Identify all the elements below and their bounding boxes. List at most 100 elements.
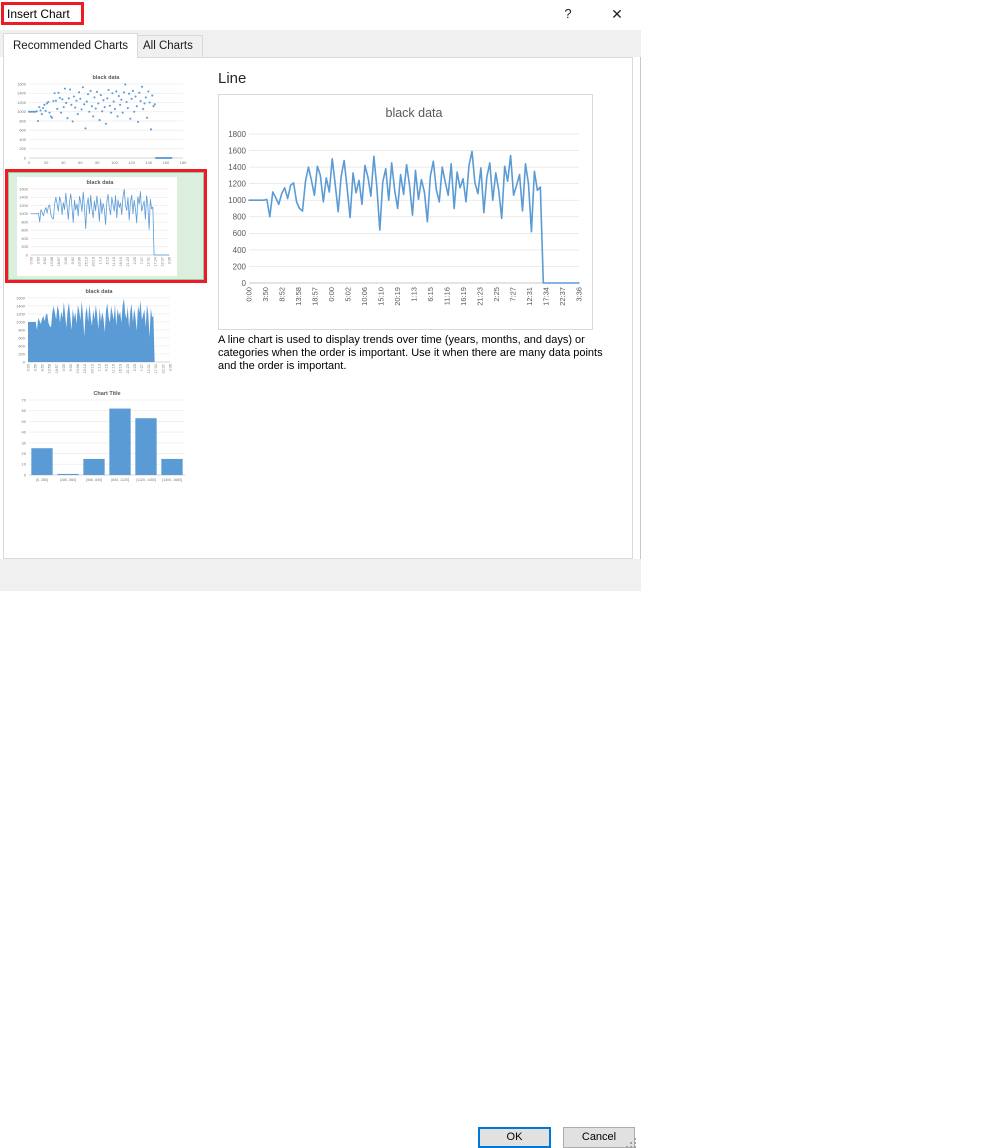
svg-text:1400: 1400: [228, 163, 246, 172]
svg-text:1400: 1400: [17, 91, 27, 96]
svg-text:800: 800: [18, 327, 25, 332]
svg-text:1800: 1800: [228, 130, 246, 139]
svg-text:50: 50: [22, 419, 27, 424]
svg-text:800: 800: [233, 213, 247, 222]
insert-chart-dialog: Insert Chart ? ✕ Recommended Charts All …: [0, 0, 641, 591]
thumb_hist-svg: 010203040506070Chart Title[0, 280](280, …: [14, 388, 194, 487]
svg-text:400: 400: [233, 246, 247, 255]
title-annotation-box: [1, 2, 84, 25]
content-panel: 02004006008001000120014001600black data0…: [3, 57, 633, 559]
svg-text:0:00: 0:00: [327, 287, 336, 302]
svg-text:20: 20: [44, 160, 49, 165]
cancel-button[interactable]: Cancel: [563, 1127, 635, 1148]
svg-text:(840, 1120]: (840, 1120]: [111, 478, 129, 482]
svg-text:1:13: 1:13: [410, 287, 419, 302]
svg-text:22:37: 22:37: [558, 287, 567, 306]
svg-text:7:27: 7:27: [140, 364, 144, 371]
svg-text:black data: black data: [386, 106, 443, 120]
title-bar: Insert Chart ? ✕: [0, 0, 641, 30]
svg-text:12:31: 12:31: [147, 364, 151, 374]
svg-text:10:06: 10:06: [76, 364, 80, 374]
chart-preview-box: 0 200 400 600 800 1000 1200 1400 1600 1800 black d…: [218, 94, 593, 330]
svg-text:1:13: 1:13: [97, 364, 101, 371]
svg-text:20:19: 20:19: [393, 287, 402, 306]
svg-text:400: 400: [18, 343, 25, 348]
svg-text:8:52: 8:52: [41, 364, 45, 371]
chart-preview: 0 200 400 600 800 1000 1200 1400 1600 1800 black d…: [219, 95, 592, 329]
svg-text:1200: 1200: [16, 311, 26, 316]
svg-text:1000: 1000: [228, 196, 246, 205]
tab-recommended-charts[interactable]: Recommended Charts: [3, 33, 138, 58]
svg-text:18:57: 18:57: [311, 287, 320, 306]
svg-text:6:15: 6:15: [426, 287, 435, 302]
svg-text:Chart Title: Chart Title: [93, 391, 120, 397]
svg-text:0:00: 0:00: [62, 364, 66, 371]
svg-text:17:34: 17:34: [154, 364, 158, 374]
svg-text:1600: 1600: [16, 295, 26, 300]
svg-text:40: 40: [61, 160, 66, 165]
svg-text:120: 120: [128, 160, 135, 165]
svg-text:60: 60: [22, 408, 27, 413]
svg-text:7:27: 7:27: [509, 287, 518, 302]
svg-text:0: 0: [242, 279, 247, 288]
svg-text:10: 10: [22, 462, 27, 467]
svg-text:0: 0: [23, 359, 26, 364]
chart-thumbnail-scatter[interactable]: 02004006008001000120014001600black data0…: [14, 72, 194, 169]
svg-text:11:16: 11:16: [112, 364, 116, 373]
svg-text:18:57: 18:57: [55, 364, 59, 374]
svg-text:13:58: 13:58: [294, 287, 303, 306]
chart-thumbnail-histogram[interactable]: 010203040506070Chart Title[0, 280](280, …: [14, 388, 194, 487]
svg-text:8:52: 8:52: [278, 287, 287, 302]
svg-text:[0, 280]: [0, 280]: [36, 478, 48, 482]
svg-text:1200: 1200: [228, 180, 246, 189]
preview-heading: Line: [218, 70, 246, 87]
svg-text:11:16: 11:16: [443, 287, 452, 305]
svg-text:15:10: 15:10: [83, 364, 87, 374]
footer-bar: OK Cancel: [0, 559, 641, 591]
svg-text:160: 160: [163, 160, 170, 165]
selected-thumbnail-annotation-box: [5, 169, 207, 283]
svg-text:21:23: 21:23: [126, 364, 130, 374]
svg-text:22:37: 22:37: [161, 364, 165, 374]
svg-text:1000: 1000: [16, 319, 26, 324]
svg-text:13:58: 13:58: [48, 364, 52, 374]
svg-text:20: 20: [22, 451, 27, 456]
svg-text:140: 140: [145, 160, 152, 165]
svg-text:40: 40: [22, 430, 27, 435]
svg-text:1600: 1600: [228, 146, 246, 155]
svg-text:(1400, 1680]: (1400, 1680]: [162, 478, 182, 482]
close-icon[interactable]: ✕: [598, 0, 636, 28]
screen-canvas: { "window": { "title": "Insert Chart" },…: [0, 0, 1008, 630]
svg-text:0:00: 0:00: [26, 364, 30, 371]
svg-text:2:25: 2:25: [133, 364, 137, 371]
tab-all-charts[interactable]: All Charts: [133, 35, 203, 57]
tab-strip: Recommended Charts All Charts: [0, 30, 641, 57]
svg-text:400: 400: [19, 137, 26, 142]
svg-text:1000: 1000: [17, 109, 27, 114]
svg-text:5:02: 5:02: [344, 287, 353, 302]
svg-text:1200: 1200: [17, 100, 27, 105]
svg-text:(1120, 1400]: (1120, 1400]: [136, 478, 156, 482]
svg-text:200: 200: [18, 351, 25, 356]
svg-text:5:02: 5:02: [69, 364, 73, 371]
help-icon[interactable]: ?: [552, 0, 584, 28]
resize-grip-icon[interactable]: [626, 1138, 628, 1140]
svg-text:200: 200: [19, 146, 26, 151]
svg-text:(560, 840]: (560, 840]: [86, 478, 102, 482]
svg-text:200: 200: [233, 262, 247, 271]
svg-text:3:50: 3:50: [33, 364, 37, 371]
svg-text:3:50: 3:50: [261, 287, 270, 302]
svg-text:600: 600: [233, 229, 247, 238]
svg-text:600: 600: [19, 128, 26, 133]
svg-text:16:19: 16:19: [119, 364, 123, 374]
svg-text:black data: black data: [93, 75, 121, 81]
svg-text:20:19: 20:19: [90, 364, 94, 374]
svg-text:0:00: 0:00: [245, 287, 254, 302]
svg-text:70: 70: [22, 397, 27, 402]
ok-button[interactable]: OK: [478, 1127, 551, 1148]
chart-thumbnail-area[interactable]: 02004006008001000120014001600black data0…: [14, 286, 194, 383]
svg-text:3:36: 3:36: [168, 364, 172, 371]
svg-text:21:23: 21:23: [476, 287, 485, 306]
main_line-svg: 0 200 400 600 800 1000 1200 1400 1600 1800 black d…: [219, 95, 592, 329]
svg-text:0: 0: [28, 160, 31, 165]
